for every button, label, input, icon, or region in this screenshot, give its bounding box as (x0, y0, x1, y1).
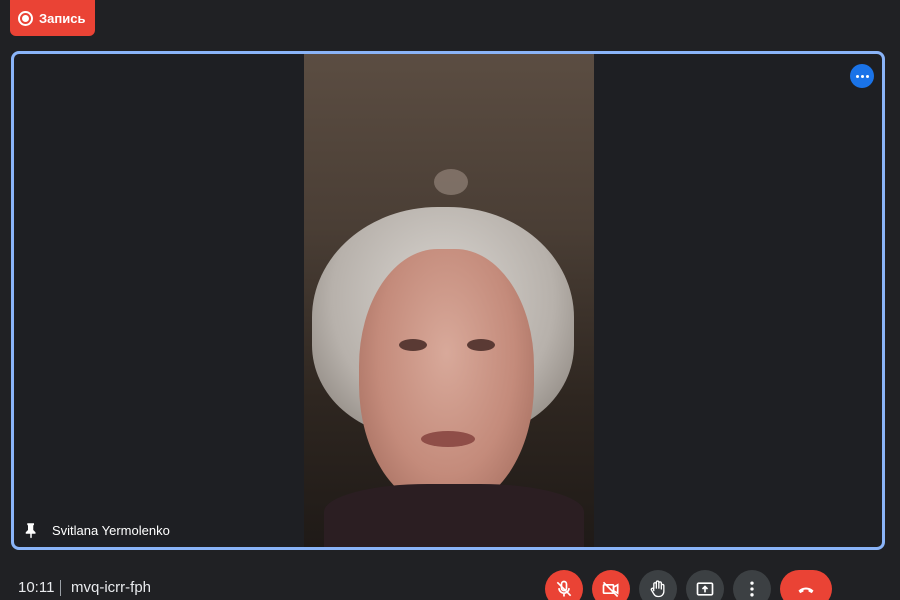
camera-toggle-button[interactable] (592, 570, 630, 600)
meeting-code: mvq-icrr-fph (71, 579, 152, 596)
recording-label: Запись (39, 10, 86, 26)
mic-off-icon (556, 580, 572, 597)
camera-off-icon (602, 581, 619, 598)
pin-icon[interactable] (22, 521, 40, 539)
divider (60, 580, 61, 596)
bottom-bar: 10:11 mvq-icrr-fph (0, 565, 900, 600)
participant-body (324, 484, 584, 547)
more-vert-icon (750, 581, 754, 597)
participant-name-tag: Svitlana Yermolenko (22, 521, 170, 539)
present-screen-icon (696, 582, 714, 596)
mouth (421, 431, 475, 447)
more-options-button[interactable] (733, 570, 771, 600)
right-eye (467, 339, 495, 351)
mic-toggle-button[interactable] (545, 570, 583, 600)
hand-icon (650, 580, 665, 598)
leave-call-button[interactable] (780, 570, 832, 600)
participant-tile: Svitlana Yermolenko (11, 51, 885, 550)
recording-badge: Запись (10, 0, 95, 36)
participant-video (304, 54, 594, 547)
raise-hand-button[interactable] (639, 570, 677, 600)
tile-more-options-button[interactable] (850, 64, 874, 88)
hangup-icon (798, 587, 814, 594)
participant-face (359, 249, 534, 509)
meeting-time: 10:11 (18, 579, 55, 596)
participant-name: Svitlana Yermolenko (52, 522, 170, 538)
present-button[interactable] (686, 570, 724, 600)
left-eye (399, 339, 427, 351)
ceiling-lamp (434, 169, 468, 195)
record-icon (18, 10, 33, 26)
